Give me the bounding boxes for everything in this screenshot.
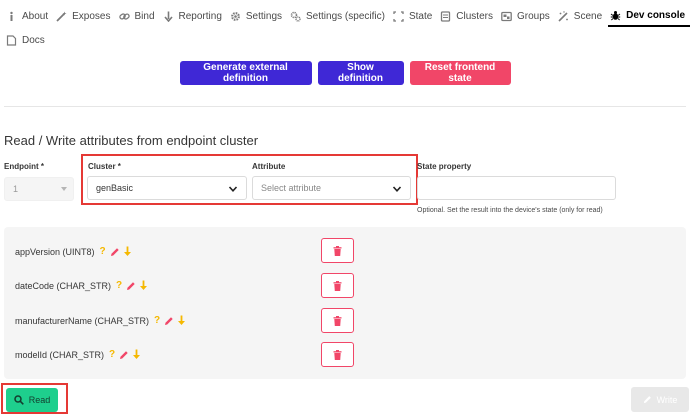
tab-label: Reporting — [178, 10, 222, 22]
cluster-label: Cluster * — [88, 162, 121, 171]
tab-scene[interactable]: Scene — [556, 5, 608, 27]
attribute-name: manufacturerName (CHAR_STR) — [15, 315, 150, 326]
tab-about[interactable]: About — [4, 5, 54, 27]
attribute-name: dateCode (CHAR_STR) — [15, 280, 112, 291]
write-button[interactable]: Write — [631, 387, 689, 412]
attribute-label: Attribute — [252, 162, 286, 171]
section-divider — [4, 106, 686, 107]
section-title: Read / Write attributes from endpoint cl… — [4, 133, 259, 148]
delete-attribute-button[interactable] — [321, 308, 354, 333]
groups-icon — [501, 11, 512, 22]
tab-settings[interactable]: Settings — [228, 5, 288, 27]
read-label: Read — [28, 395, 51, 405]
definition-actions: Generate external definition Show defini… — [0, 61, 690, 85]
attribute-name: appVersion (UINT8) — [15, 246, 95, 257]
tab-docs[interactable]: Docs — [4, 29, 51, 51]
arrow-down-icon[interactable] — [132, 349, 141, 360]
chevron-down-icon — [61, 187, 67, 191]
docs-icon — [6, 34, 17, 46]
tab-dev-console[interactable]: Dev console — [608, 5, 690, 27]
cluster-value: genBasic — [96, 183, 134, 193]
help-icon[interactable]: ? — [154, 315, 160, 326]
tab-bind[interactable]: Bind — [117, 5, 161, 27]
help-icon[interactable]: ? — [116, 280, 122, 291]
tab-label: Settings (specific) — [306, 10, 385, 22]
endpoint-value: 1 — [13, 184, 19, 194]
reset-frontend-state-button[interactable]: Reset frontend state — [409, 61, 511, 85]
state-property-help: Optional. Set the result into the device… — [417, 207, 603, 214]
cluster-select[interactable]: genBasic — [87, 176, 247, 200]
tab-clusters[interactable]: Clusters — [438, 5, 499, 27]
state-icon — [393, 10, 404, 22]
arrow-down-icon — [163, 11, 174, 22]
pencil-icon[interactable] — [164, 316, 174, 326]
help-icon[interactable]: ? — [109, 349, 115, 360]
attribute-row: dateCode (CHAR_STR) ? — [15, 280, 148, 291]
attribute-name: modelId (CHAR_STR) — [15, 349, 105, 360]
read-button[interactable]: Read — [6, 388, 58, 412]
device-tabs: About Exposes Bind Reporting Settings Se… — [0, 0, 690, 50]
delete-attribute-button[interactable] — [321, 342, 354, 367]
tab-reporting[interactable]: Reporting — [161, 5, 228, 27]
pencil-icon[interactable] — [119, 350, 129, 360]
tab-settings-specific[interactable]: Settings (specific) — [288, 5, 391, 27]
tab-label: Settings — [245, 10, 283, 22]
show-definition-button[interactable]: Show definition — [317, 61, 404, 85]
arrow-down-icon[interactable] — [123, 246, 132, 257]
wand-icon — [56, 11, 67, 22]
info-icon — [6, 11, 17, 22]
tab-label: State — [408, 10, 433, 22]
gear-icon — [230, 11, 241, 22]
scene-icon — [558, 10, 569, 22]
attribute-select[interactable]: Select attribute — [252, 176, 411, 200]
search-icon — [13, 395, 24, 405]
trash-icon — [333, 280, 342, 291]
tab-state[interactable]: State — [391, 5, 438, 27]
tab-label: Docs — [22, 34, 45, 46]
pencil-icon — [643, 395, 652, 404]
arrow-down-icon[interactable] — [177, 315, 186, 326]
trash-icon — [333, 349, 342, 360]
selected-attributes-panel: appVersion (UINT8) ? dateCode (CHAR_STR)… — [4, 227, 686, 379]
chevron-down-icon — [392, 186, 402, 192]
attribute-row: appVersion (UINT8) ? — [15, 246, 132, 257]
bug-icon — [610, 10, 621, 21]
state-property-input[interactable] — [417, 176, 616, 200]
tab-groups[interactable]: Groups — [499, 5, 556, 27]
delete-attribute-button[interactable] — [321, 238, 354, 263]
tab-label: Groups — [516, 10, 550, 22]
link-icon — [118, 11, 130, 22]
tab-label: Clusters — [456, 10, 493, 22]
pencil-icon[interactable] — [110, 247, 120, 257]
tab-row-1: About Exposes Bind Reporting Settings Se… — [0, 0, 690, 32]
trash-icon — [333, 315, 342, 326]
gears-icon — [290, 11, 301, 22]
endpoint-label: Endpoint * — [4, 162, 44, 171]
tab-row-2: Docs — [0, 30, 690, 50]
pencil-icon[interactable] — [126, 281, 136, 291]
attribute-row: manufacturerName (CHAR_STR) ? — [15, 315, 186, 326]
tab-label: Dev console — [626, 9, 686, 21]
generate-external-definition-button[interactable]: Generate external definition — [179, 61, 312, 85]
attribute-row: modelId (CHAR_STR) ? — [15, 349, 141, 360]
state-property-label: State property — [417, 162, 472, 171]
delete-attribute-button[interactable] — [321, 273, 354, 298]
tab-label: Scene — [573, 10, 603, 22]
attribute-placeholder: Select attribute — [261, 183, 322, 193]
tab-exposes[interactable]: Exposes — [54, 5, 116, 27]
chevron-down-icon — [228, 186, 238, 192]
tab-label: Exposes — [72, 10, 111, 22]
endpoint-select[interactable]: 1 — [4, 177, 74, 201]
arrow-down-icon[interactable] — [139, 280, 148, 291]
trash-icon — [333, 245, 342, 256]
help-icon[interactable]: ? — [100, 246, 106, 257]
write-label: Write — [656, 394, 678, 405]
tab-label: Bind — [134, 10, 155, 22]
tab-label: About — [22, 10, 49, 22]
clusters-icon — [440, 10, 451, 22]
